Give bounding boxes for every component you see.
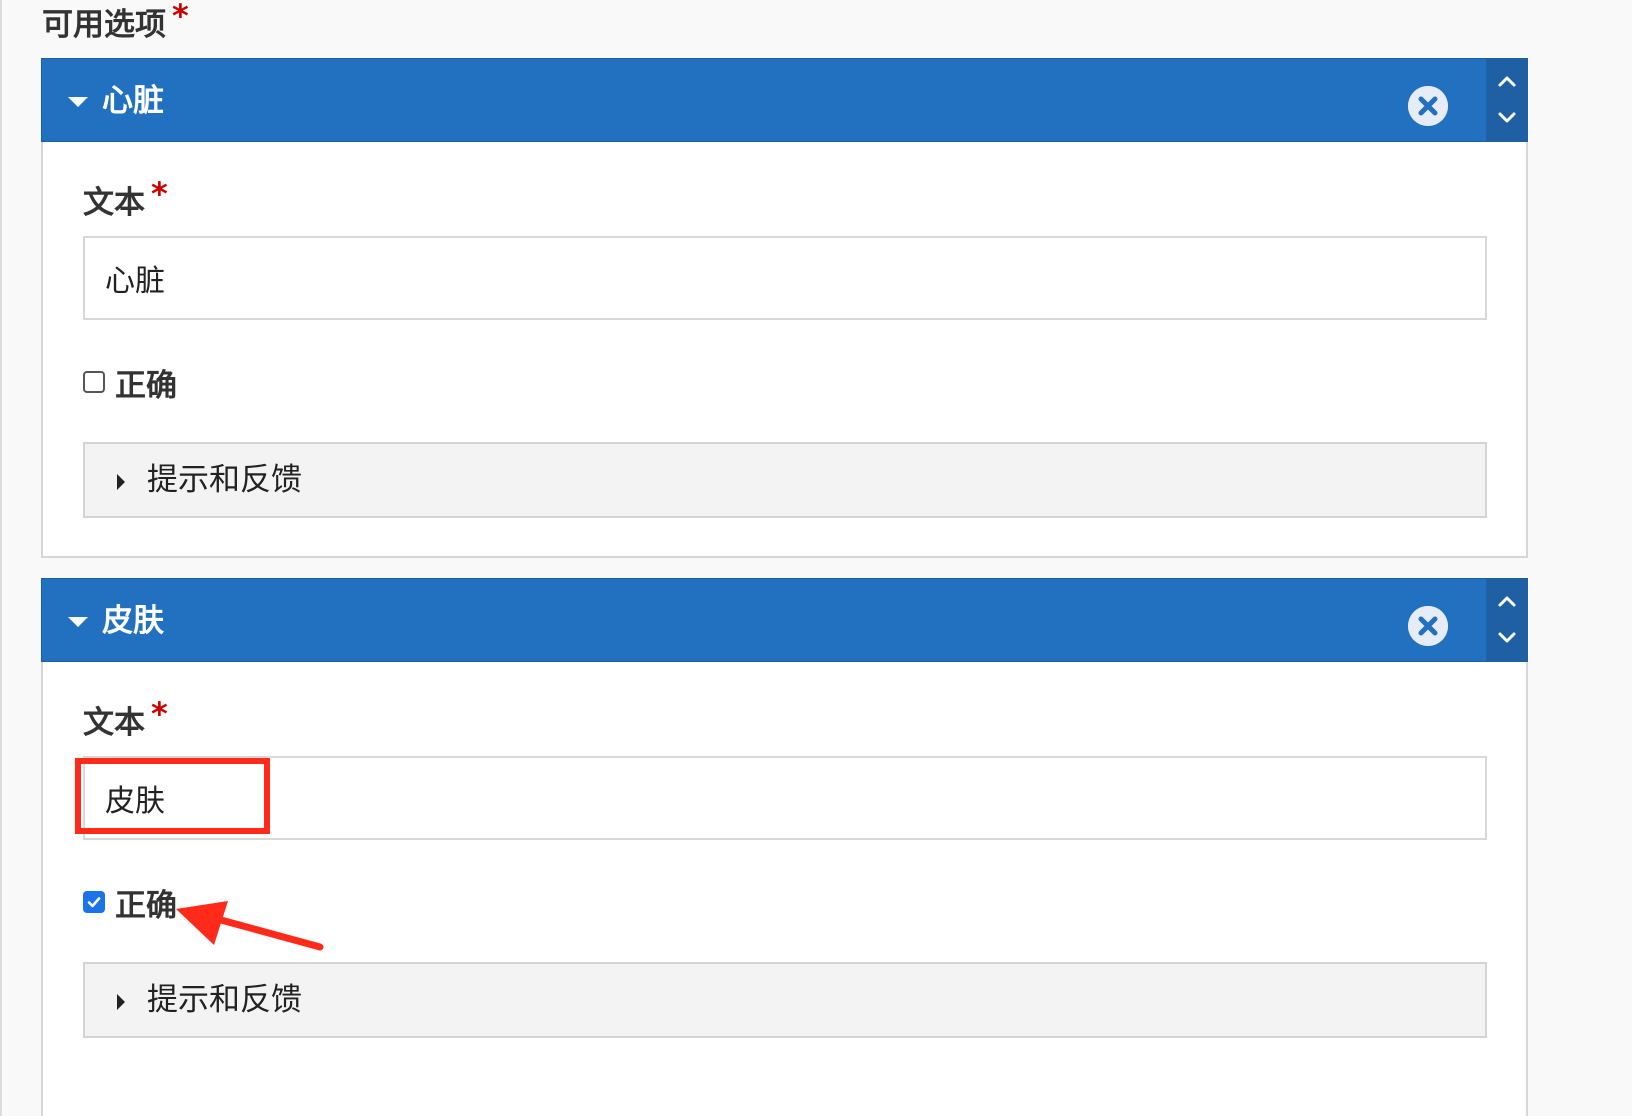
correct-checkbox-row[interactable]: 正确 <box>83 360 177 405</box>
option-text-input[interactable] <box>83 236 1487 320</box>
checkmark-icon <box>87 897 101 908</box>
required-mark: * <box>172 0 189 35</box>
option-text-input[interactable] <box>83 756 1487 840</box>
move-down-button[interactable] <box>1486 620 1528 660</box>
reorder-controls <box>1486 578 1528 662</box>
move-up-button[interactable] <box>1486 62 1528 102</box>
chevron-down-icon <box>1498 112 1516 123</box>
caret-right-icon <box>117 994 125 1010</box>
move-up-button[interactable] <box>1486 582 1528 622</box>
text-field-label-text: 文本 <box>83 705 145 741</box>
correct-checkbox[interactable] <box>83 371 105 393</box>
text-field-label-text: 文本 <box>83 185 145 221</box>
move-down-button[interactable] <box>1486 100 1528 140</box>
hints-feedback-label: 提示和反馈 <box>147 982 302 1018</box>
chevron-up-icon <box>1498 596 1516 607</box>
chevron-down-icon <box>1498 632 1516 643</box>
option-item: 皮肤 文本 * 皮肤 正确 提示和反馈 <box>41 578 1528 1116</box>
option-title: 皮肤 <box>102 603 164 639</box>
option-item: 心脏 文本 * 心脏 正确 提示和反馈 <box>41 58 1528 558</box>
correct-checkbox[interactable] <box>83 891 105 913</box>
option-title: 心脏 <box>102 83 164 119</box>
hints-feedback-toggle[interactable]: 提示和反馈 <box>83 442 1487 518</box>
caret-right-icon <box>117 474 125 490</box>
correct-checkbox-label[interactable]: 正确 <box>115 360 177 405</box>
required-mark: * <box>151 695 168 733</box>
caret-down-icon[interactable] <box>68 97 88 107</box>
required-mark: * <box>151 175 168 213</box>
circle-x-icon <box>1408 606 1448 646</box>
caret-down-icon[interactable] <box>68 617 88 627</box>
remove-option-button[interactable] <box>1408 606 1448 646</box>
option-header[interactable]: 皮肤 <box>41 578 1528 662</box>
text-field-label: 文本 * <box>83 695 168 743</box>
hints-feedback-toggle[interactable]: 提示和反馈 <box>83 962 1487 1038</box>
page: 可用选项 * 心脏 文本 * 心脏 正确 提示和反馈 皮肤 文本 * 皮肤 正确… <box>0 0 1632 1116</box>
section-label-text: 可用选项 <box>42 7 166 43</box>
left-border <box>0 0 2 1116</box>
correct-checkbox-label[interactable]: 正确 <box>115 880 177 925</box>
chevron-up-icon <box>1498 76 1516 87</box>
hints-feedback-label: 提示和反馈 <box>147 462 302 498</box>
remove-option-button[interactable] <box>1408 86 1448 126</box>
correct-checkbox-row[interactable]: 正确 <box>83 880 177 925</box>
reorder-controls <box>1486 58 1528 142</box>
section-label: 可用选项 * <box>42 0 189 45</box>
circle-x-icon <box>1408 86 1448 126</box>
option-header[interactable]: 心脏 <box>41 58 1528 142</box>
text-field-label: 文本 * <box>83 175 168 223</box>
